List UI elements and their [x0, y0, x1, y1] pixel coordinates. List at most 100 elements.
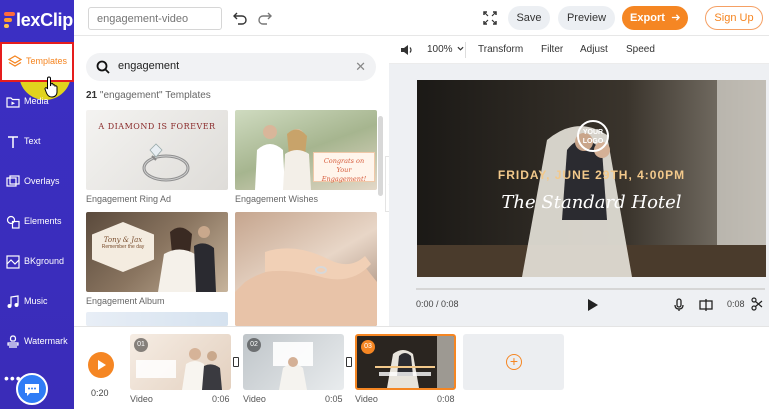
- template-thumbnail-ring-ad[interactable]: A DIAMOND IS FOREVER: [86, 110, 228, 190]
- fullscreen-icon[interactable]: [483, 11, 497, 25]
- timeline-clip-1[interactable]: 01: [130, 334, 231, 390]
- export-button[interactable]: Export: [622, 6, 688, 30]
- template-label: Engagement Wishes: [235, 194, 319, 204]
- player-controls: 0:00 / 0:08 0:08: [389, 288, 769, 326]
- chat-button[interactable]: [16, 373, 48, 405]
- microphone-icon[interactable]: [673, 298, 685, 312]
- watermark-icon: [7, 335, 19, 348]
- speed-tool[interactable]: Speed: [626, 44, 655, 55]
- left-sidebar: lexClip Templates Media Text Overlays El…: [0, 0, 74, 409]
- video-canvas[interactable]: YOUR LOGO FRIDAY, JUNE 29TH, 4:00PM The …: [417, 80, 766, 277]
- sidebar-item-media[interactable]: Media: [0, 82, 74, 122]
- clip-duration: 0:08: [437, 394, 455, 404]
- clip-number: 01: [134, 338, 148, 352]
- timeline-play-button[interactable]: [88, 352, 114, 378]
- sidebar-item-label: Watermark: [24, 336, 68, 346]
- current-time: 0:00 / 0:08: [416, 299, 459, 309]
- sidebar-item-label: Templates: [26, 56, 68, 66]
- hands-ring-photo: [235, 248, 377, 326]
- clip-type: Video: [243, 394, 266, 404]
- redo-icon[interactable]: [257, 10, 273, 26]
- undo-icon[interactable]: [232, 10, 248, 26]
- zoom-select[interactable]: 100%: [427, 44, 464, 55]
- template-label: Engagement Album: [86, 296, 165, 306]
- sign-up-button[interactable]: Sign Up: [705, 6, 763, 30]
- templates-panel: engagement ✕ 21 "engagement" Templates A…: [74, 36, 389, 326]
- sidebar-item-label: Elements: [24, 216, 62, 226]
- sidebar-item-elements[interactable]: Elements: [0, 202, 74, 242]
- clip-duration: 0:08: [727, 299, 745, 309]
- play-icon: [98, 360, 106, 370]
- template-label: Engagement Ring Ad: [86, 194, 172, 204]
- clip-number: 02: [247, 338, 261, 352]
- background-icon: [6, 255, 20, 269]
- playback-progress-bar[interactable]: [416, 288, 765, 290]
- overlay-icon: [6, 175, 20, 187]
- zoom-value: 100%: [427, 44, 453, 55]
- search-icon: [96, 60, 110, 74]
- elements-icon: [6, 215, 20, 229]
- preview-button[interactable]: Preview: [558, 6, 615, 30]
- timeline-total-time: 0:20: [91, 388, 109, 398]
- search-input[interactable]: engagement: [118, 60, 179, 72]
- timeline: 0:20 01 Video 0:06 02 Video 0:05 03 Vide…: [74, 326, 769, 409]
- video-date-text[interactable]: FRIDAY, JUNE 29TH, 4:00PM: [417, 168, 766, 182]
- template-search[interactable]: engagement ✕: [86, 53, 376, 81]
- add-clip-button[interactable]: +: [463, 334, 564, 390]
- filter-tool[interactable]: Filter: [541, 44, 563, 55]
- transform-tool[interactable]: Transform: [478, 44, 523, 55]
- top-bar: Save Preview Export Sign Up: [74, 0, 769, 36]
- clip-number: 03: [361, 340, 375, 354]
- sidebar-item-overlays[interactable]: Overlays: [0, 162, 74, 202]
- sidebar-item-bkground[interactable]: BKground: [0, 242, 74, 282]
- export-label: Export: [630, 12, 665, 24]
- sidebar-item-music[interactable]: Music: [0, 282, 74, 322]
- logo-mark: [4, 10, 16, 30]
- panel-scrollbar[interactable]: [378, 116, 383, 196]
- logo-text: lexClip: [16, 10, 73, 30]
- transition-marker[interactable]: [346, 357, 352, 367]
- save-button[interactable]: Save: [508, 6, 550, 30]
- clip-duration: 0:06: [212, 394, 230, 404]
- sidebar-item-label: Music: [24, 296, 48, 306]
- template-subcaption: Remember the day: [101, 244, 145, 250]
- caption-card: Congrats on Your Engagement!: [313, 152, 375, 183]
- clip-type: Video: [130, 394, 153, 404]
- split-icon[interactable]: [699, 298, 713, 312]
- transition-marker[interactable]: [233, 357, 239, 367]
- music-icon: [7, 295, 19, 308]
- scissors-icon[interactable]: [751, 297, 763, 311]
- layers-icon: [8, 55, 22, 67]
- template-thumbnail-album[interactable]: Tony & Jax Remember the day: [86, 212, 228, 292]
- timeline-clip-3[interactable]: 03: [355, 334, 456, 390]
- flexclip-logo[interactable]: lexClip: [4, 10, 73, 32]
- adjust-tool[interactable]: Adjust: [580, 44, 608, 55]
- sidebar-item-label: Overlays: [24, 176, 60, 186]
- arrow-right-icon: [671, 14, 681, 21]
- project-name-input[interactable]: [88, 7, 222, 30]
- sidebar-item-label: BKground: [24, 256, 65, 266]
- sidebar-item-watermark[interactable]: Watermark: [0, 322, 74, 362]
- sidebar-item-text[interactable]: Text: [0, 122, 74, 162]
- clear-search-icon[interactable]: ✕: [355, 59, 366, 75]
- chat-bubble-icon: [25, 384, 39, 396]
- sidebar-item-templates[interactable]: Templates: [0, 42, 74, 82]
- template-caption: Congrats on Your Engagement!: [321, 157, 367, 183]
- clip-duration: 0:05: [325, 394, 343, 404]
- folder-icon: [6, 97, 20, 108]
- video-venue-text[interactable]: The Standard Hotel: [417, 192, 766, 213]
- clip-type: Video: [355, 394, 378, 404]
- volume-icon[interactable]: [399, 43, 413, 57]
- results-count: 21 "engagement" Templates: [86, 90, 211, 101]
- chevron-down-icon: [457, 46, 464, 51]
- plus-icon: +: [506, 354, 522, 370]
- your-logo-badge[interactable]: YOUR LOGO: [577, 120, 609, 152]
- template-thumbnail-hands[interactable]: [235, 212, 377, 326]
- play-icon[interactable]: [587, 298, 599, 312]
- template-thumbnail-wishes[interactable]: Congrats on Your Engagement!: [235, 110, 377, 190]
- diamond-ring-image: [142, 143, 190, 182]
- edit-toolbar: 100% Transform Filter Adjust Speed: [389, 36, 769, 64]
- timeline-clip-2[interactable]: 02: [243, 334, 344, 390]
- sidebar-item-label: Text: [24, 136, 41, 146]
- template-thumbnail-partial[interactable]: [86, 312, 228, 326]
